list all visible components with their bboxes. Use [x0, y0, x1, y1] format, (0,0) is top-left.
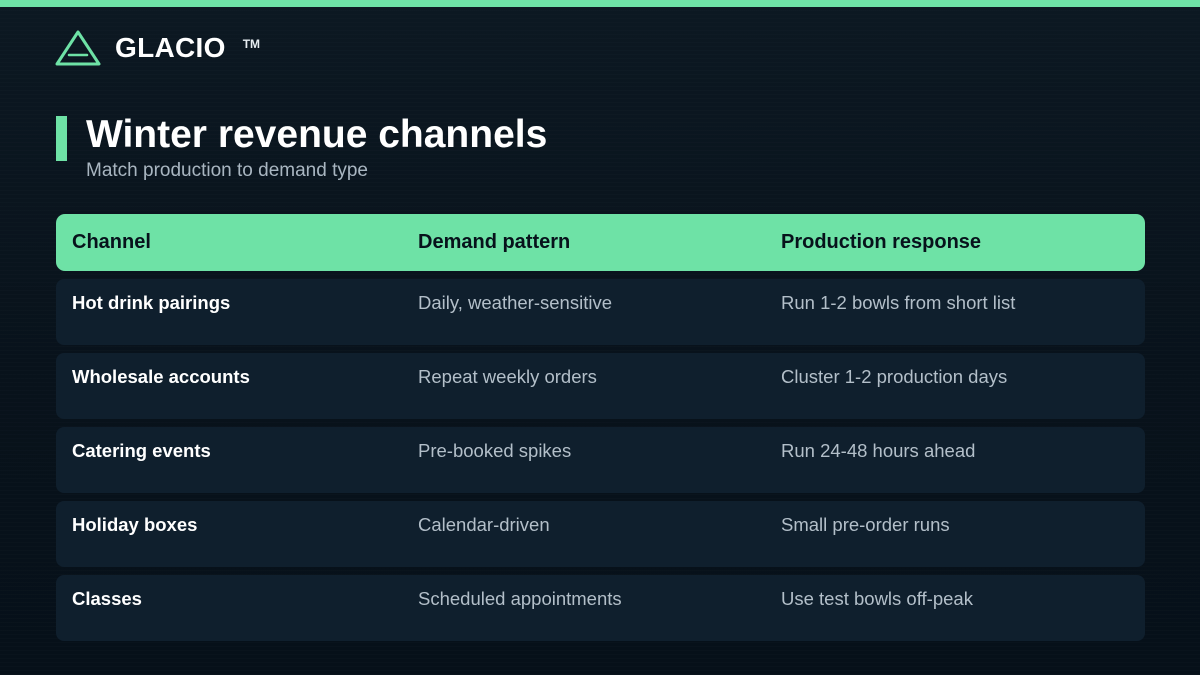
title-accent-bar: [56, 116, 67, 161]
demand-pattern-cell: Pre-booked spikes: [418, 440, 572, 461]
production-response-cell: Run 1-2 bowls from short list: [781, 292, 1016, 313]
production-response-cell: Use test bowls off-peak: [781, 588, 973, 609]
page-title: Winter revenue channels: [86, 113, 548, 156]
production-response-cell: Cluster 1-2 production days: [781, 366, 1008, 387]
top-accent-bar: [0, 0, 1200, 7]
triangle-logo-icon: [55, 30, 101, 66]
channel-cell: Catering events: [72, 440, 211, 461]
slide: GLACIO TM Winter revenue channels Match …: [0, 0, 1200, 675]
table-header-row: Channel Demand pattern Production respon…: [56, 214, 1145, 271]
table-row: Classes Scheduled appointments Use test …: [56, 575, 1145, 641]
page-subtitle: Match production to demand type: [86, 160, 369, 181]
table-row: Wholesale accounts Repeat weekly orders …: [56, 353, 1145, 419]
demand-pattern-cell: Repeat weekly orders: [418, 366, 597, 387]
channel-cell: Holiday boxes: [72, 514, 198, 535]
demand-pattern-cell: Daily, weather-sensitive: [418, 292, 612, 313]
table-row: Holiday boxes Calendar-driven Small pre-…: [56, 501, 1145, 567]
production-response-cell: Run 24-48 hours ahead: [781, 440, 976, 461]
demand-pattern-cell: Calendar-driven: [418, 514, 550, 535]
table-row: Catering events Pre-booked spikes Run 24…: [56, 427, 1145, 493]
demand-pattern-cell: Scheduled appointments: [418, 588, 622, 609]
channel-cell: Classes: [72, 588, 142, 609]
channels-table: Channel Demand pattern Production respon…: [56, 214, 1145, 641]
channel-cell: Hot drink pairings: [72, 292, 231, 313]
table-row: Hot drink pairings Daily, weather-sensit…: [56, 279, 1145, 345]
header-demand-pattern: Demand pattern: [418, 231, 571, 253]
trademark-mark: TM: [242, 37, 261, 51]
channel-cell: Wholesale accounts: [72, 366, 250, 387]
header-channel: Channel: [72, 231, 151, 253]
header-production-response: Production response: [781, 231, 982, 253]
production-response-cell: Small pre-order runs: [781, 514, 950, 535]
brand-name: GLACIO: [115, 32, 226, 63]
brand: GLACIO TM: [54, 28, 260, 68]
